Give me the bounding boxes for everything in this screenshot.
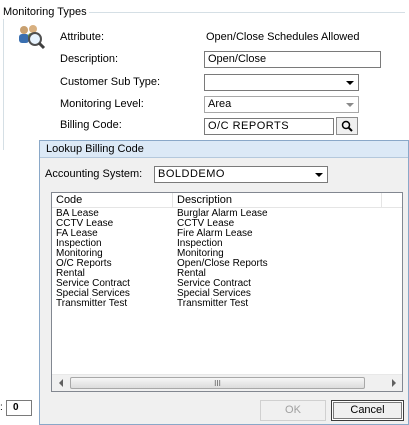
list-item[interactable]: O/C Reports Open/Close Reports <box>52 259 382 269</box>
attribute-value: Open/Close Schedules Allowed <box>206 31 360 43</box>
chevron-down-icon <box>346 102 354 107</box>
arrow-left-icon <box>58 379 63 387</box>
list-header: Code Description <box>52 193 402 208</box>
cell-code: Transmitter Test <box>56 298 128 309</box>
scroll-left-button[interactable] <box>52 375 69 391</box>
dialog-title: Lookup Billing Code <box>40 141 408 158</box>
horizontal-scrollbar[interactable]: III <box>52 374 402 391</box>
accounting-system-label: Accounting System: <box>45 168 143 180</box>
list-item[interactable]: Transmitter Test Transmitter Test <box>52 299 382 309</box>
scrollbar-grip-icon: III <box>214 378 221 388</box>
arrow-right-icon <box>391 379 396 387</box>
ok-button[interactable]: OK <box>260 400 326 421</box>
description-label: Description: <box>60 53 119 65</box>
customer-sub-type-label: Customer Sub Type: <box>60 76 161 88</box>
cell-description: Transmitter Test <box>177 298 249 309</box>
billing-code-lookup-button[interactable] <box>336 117 358 135</box>
column-header-description[interactable]: Description <box>173 193 382 208</box>
lookup-billing-code-dialog: Lookup Billing Code Accounting System: B… <box>39 140 409 425</box>
column-header-code[interactable]: Code <box>52 193 173 208</box>
billing-code-label: Billing Code: <box>60 119 122 131</box>
side-field-input[interactable]: 0 <box>6 400 32 416</box>
cancel-button[interactable]: Cancel <box>331 400 404 421</box>
monitoring-level-label: Monitoring Level: <box>60 98 144 110</box>
scrollbar-thumb[interactable]: III <box>70 377 365 389</box>
monitoring-level-value: Area <box>208 98 232 110</box>
billing-code-list[interactable]: Code Description BA Lease Burglar Alarm … <box>51 192 403 392</box>
chevron-down-icon <box>346 80 354 85</box>
monitoring-level-select[interactable]: Area <box>204 96 359 113</box>
monitoring-types-legend: Monitoring Types <box>3 5 89 19</box>
accounting-system-value: BOLDDEMO <box>158 168 225 180</box>
scroll-right-button[interactable] <box>385 375 402 391</box>
search-icon <box>341 120 353 132</box>
accounting-system-dropdown-button[interactable] <box>311 167 327 182</box>
customer-sub-type-dropdown-button[interactable] <box>342 75 358 90</box>
description-input[interactable]: Open/Close <box>204 51 381 68</box>
attribute-label: Attribute: <box>60 31 105 43</box>
users-search-icon <box>16 22 46 50</box>
monitoring-level-dropdown-button[interactable] <box>342 97 358 112</box>
side-field-prefix: : <box>0 402 3 413</box>
accounting-system-select[interactable]: BOLDDEMO <box>154 166 328 183</box>
chevron-down-icon <box>315 172 323 177</box>
billing-code-input[interactable]: O/C REPORTS <box>204 118 334 135</box>
customer-sub-type-select[interactable] <box>204 74 359 91</box>
